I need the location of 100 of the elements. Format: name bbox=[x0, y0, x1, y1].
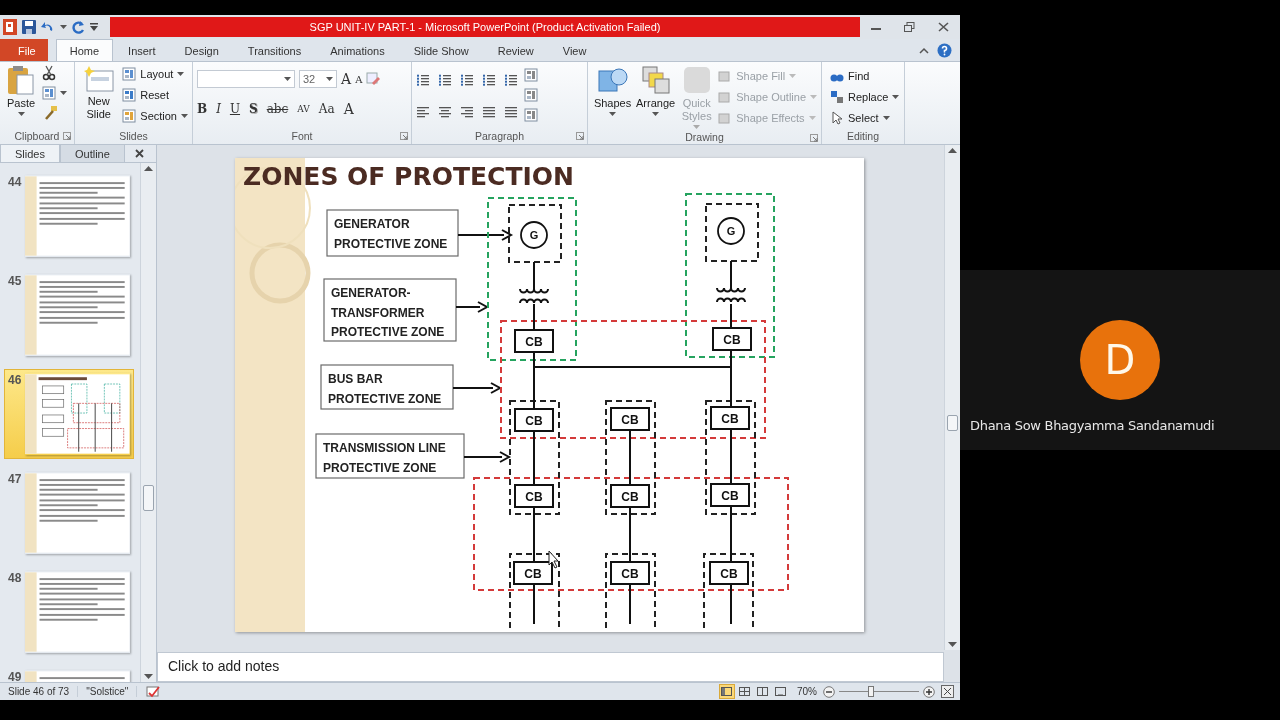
caret-icon[interactable] bbox=[17, 112, 25, 116]
format-button[interactable]: I bbox=[216, 102, 221, 116]
scroll-down-icon[interactable] bbox=[948, 642, 957, 647]
editing-button[interactable]: Select bbox=[830, 109, 900, 127]
scroll-down-icon[interactable] bbox=[144, 674, 153, 679]
numbering-icon[interactable] bbox=[438, 72, 452, 86]
view-button[interactable] bbox=[773, 684, 789, 699]
view-button[interactable] bbox=[719, 684, 735, 699]
close-icon[interactable] bbox=[937, 22, 949, 32]
caret-icon[interactable] bbox=[181, 114, 188, 118]
caret-icon[interactable] bbox=[609, 112, 617, 116]
proofing-icon[interactable] bbox=[145, 684, 162, 699]
dialog-launcher-icon[interactable] bbox=[63, 132, 71, 140]
format-button[interactable]: Aa bbox=[318, 102, 335, 116]
shrink-font-button[interactable]: A bbox=[355, 73, 363, 85]
align-text-icon[interactable] bbox=[524, 88, 538, 102]
font-color-button[interactable]: A bbox=[343, 101, 354, 117]
copy-icon[interactable] bbox=[42, 86, 56, 100]
ribbon-tab[interactable]: Transitions bbox=[233, 39, 316, 61]
restore-icon[interactable] bbox=[904, 22, 915, 32]
font-size-field[interactable]: 32 bbox=[299, 70, 337, 88]
cut-icon[interactable] bbox=[42, 65, 56, 81]
ribbon-tab[interactable]: Home bbox=[55, 39, 114, 61]
zoom-level[interactable]: 70% bbox=[797, 686, 817, 697]
layout-icon[interactable] bbox=[122, 67, 137, 81]
clear-formatting-icon[interactable] bbox=[366, 71, 382, 87]
caret-icon[interactable] bbox=[882, 116, 890, 120]
editing-button[interactable]: Replace bbox=[830, 88, 900, 106]
scroll-up-icon[interactable] bbox=[948, 148, 957, 153]
view-button[interactable] bbox=[755, 684, 771, 699]
customize-icon[interactable] bbox=[90, 23, 98, 31]
zoom-out-icon[interactable] bbox=[823, 685, 835, 698]
caret-icon[interactable] bbox=[177, 72, 185, 76]
paste-button[interactable]: Paste bbox=[4, 65, 38, 127]
slide-thumbnail[interactable] bbox=[25, 571, 130, 653]
fit-to-window-icon[interactable] bbox=[941, 685, 954, 698]
zoom-in-icon[interactable] bbox=[923, 685, 935, 698]
dialog-launcher-icon[interactable] bbox=[810, 134, 818, 142]
format-button[interactable]: U bbox=[229, 102, 241, 116]
caret-icon[interactable] bbox=[892, 95, 900, 99]
ribbon-tab[interactable]: Animations bbox=[316, 39, 399, 61]
drawing-button[interactable]: Shapes bbox=[592, 65, 634, 129]
ribbon-tab[interactable]: Insert bbox=[114, 39, 170, 61]
align-left-icon[interactable] bbox=[416, 104, 430, 118]
caret-icon[interactable] bbox=[652, 112, 660, 116]
slide-thumbnail[interactable] bbox=[25, 472, 130, 554]
reset-button[interactable]: Reset bbox=[122, 86, 188, 104]
caret-icon[interactable] bbox=[60, 91, 67, 95]
reset-icon[interactable] bbox=[122, 88, 137, 102]
align-center-icon[interactable] bbox=[438, 104, 452, 118]
smartart-icon[interactable] bbox=[524, 108, 538, 122]
panel-tab[interactable]: Slides bbox=[0, 144, 60, 162]
ribbon-tab[interactable]: Design bbox=[170, 39, 233, 61]
columns-icon[interactable] bbox=[504, 104, 518, 118]
scrollbar-thumb[interactable] bbox=[947, 415, 958, 431]
format-button[interactable]: B bbox=[197, 102, 208, 116]
ribbon-tab[interactable]: File bbox=[0, 39, 48, 61]
format-button[interactable]: abc bbox=[266, 102, 289, 116]
scrollbar[interactable] bbox=[944, 145, 960, 650]
notes-field[interactable]: Click to add notes bbox=[157, 652, 944, 682]
slide-thumbnail[interactable] bbox=[25, 274, 130, 356]
app-logo-icon[interactable] bbox=[3, 19, 17, 35]
format-button[interactable]: S bbox=[249, 102, 258, 116]
scroll-up-icon[interactable] bbox=[144, 166, 153, 171]
close-icon[interactable] bbox=[134, 149, 144, 158]
decrease-indent-icon[interactable] bbox=[460, 72, 474, 86]
ribbon-tab[interactable]: Slide Show bbox=[399, 39, 483, 61]
panel-tab[interactable]: Outline bbox=[59, 144, 125, 162]
editing-button[interactable]: Find bbox=[830, 67, 900, 85]
scrollbar-thumb[interactable] bbox=[143, 485, 154, 511]
drawing-button[interactable]: Arrange bbox=[635, 65, 677, 129]
font-name-field[interactable] bbox=[197, 70, 295, 88]
save-icon[interactable] bbox=[22, 20, 36, 34]
ribbon-tab[interactable]: View bbox=[548, 39, 601, 61]
caret-icon[interactable] bbox=[60, 25, 67, 29]
view-button[interactable] bbox=[737, 684, 753, 699]
dialog-launcher-icon[interactable] bbox=[400, 132, 408, 140]
slide-thumbnail[interactable] bbox=[25, 373, 130, 455]
help-icon[interactable] bbox=[937, 43, 952, 58]
align-right-icon[interactable] bbox=[460, 104, 474, 118]
line-spacing-icon[interactable] bbox=[504, 72, 518, 86]
format-button[interactable]: AV bbox=[297, 104, 310, 114]
format-painter-icon[interactable] bbox=[42, 105, 58, 121]
text-direction-icon[interactable] bbox=[524, 68, 538, 82]
layout-button[interactable]: Layout bbox=[122, 65, 188, 83]
undo-icon[interactable] bbox=[41, 21, 55, 33]
justify-icon[interactable] bbox=[482, 104, 496, 118]
caret-icon[interactable] bbox=[284, 77, 291, 81]
section-button[interactable]: Section bbox=[122, 107, 188, 125]
increase-indent-icon[interactable] bbox=[482, 72, 496, 86]
ribbon-tab[interactable]: Review bbox=[483, 39, 548, 61]
scrollbar[interactable] bbox=[140, 163, 156, 682]
slide-thumbnail[interactable] bbox=[25, 175, 130, 257]
new-slide-button[interactable]: New Slide bbox=[79, 65, 119, 127]
bullets-icon[interactable] bbox=[416, 72, 430, 86]
redo-icon[interactable] bbox=[72, 20, 85, 34]
collapse-ribbon-icon[interactable] bbox=[919, 47, 929, 54]
grow-font-button[interactable]: A bbox=[341, 71, 352, 87]
zoom-slider-thumb[interactable] bbox=[868, 686, 874, 697]
caret-icon[interactable] bbox=[326, 77, 333, 81]
